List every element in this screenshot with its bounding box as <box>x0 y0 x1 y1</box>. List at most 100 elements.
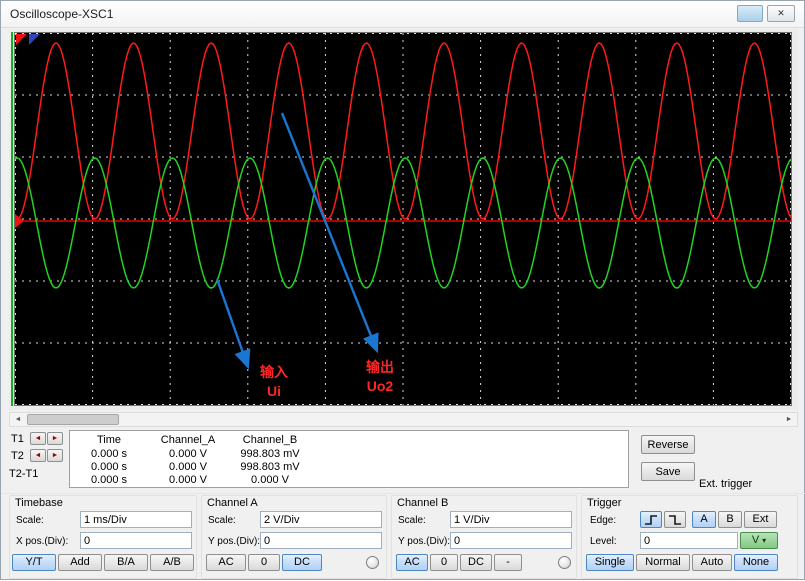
trigger-source-b-button[interactable]: B <box>718 511 742 528</box>
channel-a-ypos-input[interactable] <box>260 532 382 549</box>
channel-a-scale-label: Scale: <box>208 515 236 526</box>
trigger-group: Trigger Edge: A B Ext Level: V▾ Single N… <box>581 495 798 579</box>
ba-mode-button[interactable]: B/A <box>104 554 148 571</box>
scroll-left-button[interactable]: ◄ <box>10 413 26 426</box>
trigger-level-input[interactable] <box>640 532 738 549</box>
scope-frame: 输入 Ui 输出 Uo2 <box>9 29 798 410</box>
t2-channel-a-value: 0.000 V <box>150 461 226 473</box>
annotation-input: 输入 Ui <box>242 363 306 401</box>
timebase-xpos-label: X pos.(Div): <box>16 536 68 547</box>
channel-a-title: Channel A <box>207 497 258 509</box>
diff-channel-b-value: 0.000 V <box>222 474 318 486</box>
yt-mode-button[interactable]: Y/T <box>12 554 56 571</box>
col-header-channel-b: Channel_B <box>222 434 318 446</box>
t1-move-left-button[interactable]: ◄ <box>30 432 46 445</box>
channel-a-scale-input[interactable] <box>260 511 382 528</box>
t2-channel-b-value: 998.803 mV <box>222 461 318 473</box>
annotation-output-line2: Uo2 <box>348 377 412 396</box>
trigger-edge-label: Edge: <box>590 515 616 526</box>
t1-cursor-marker[interactable] <box>16 34 27 45</box>
annotation-arrow <box>217 279 248 367</box>
left-arrow-icon: ◄ <box>35 452 42 459</box>
scope-display: 输入 Ui 输出 Uo2 <box>14 32 792 406</box>
annotation-output: 输出 Uo2 <box>348 358 412 396</box>
rising-edge-button[interactable] <box>640 511 662 528</box>
channel-b-dc-button[interactable]: DC <box>460 554 492 571</box>
t2-move-right-button[interactable]: ► <box>47 449 63 462</box>
trigger-auto-button[interactable]: Auto <box>692 554 732 571</box>
trigger-none-button[interactable]: None <box>734 554 778 571</box>
annotation-input-line1: 输入 <box>242 363 306 382</box>
trigger-level-unit-select[interactable]: V▾ <box>740 532 778 549</box>
right-arrow-icon: ► <box>52 452 59 459</box>
horizontal-scrollbar[interactable]: ◄ ► <box>9 412 798 427</box>
channel-b-minus-button[interactable]: - <box>494 554 522 571</box>
add-mode-button[interactable]: Add <box>58 554 102 571</box>
ab-mode-button[interactable]: A/B <box>150 554 194 571</box>
t2-move-left-button[interactable]: ◄ <box>30 449 46 462</box>
right-arrow-icon: ► <box>52 435 59 442</box>
channel-b-group: Channel B Scale: Y pos.(Div): AC 0 DC - <box>391 495 577 579</box>
t1-channel-b-value: 998.803 mV <box>222 448 318 460</box>
timebase-group: Timebase Scale: X pos.(Div): Y/T Add B/A… <box>9 495 197 579</box>
diff-time-value: 0.000 s <box>74 474 144 486</box>
channel-a-group: Channel A Scale: Y pos.(Div): AC 0 DC <box>201 495 387 579</box>
scroll-right-button[interactable]: ► <box>781 413 797 426</box>
measurement-panel: T1 ◄ ► T2 ◄ ► T2-T1 Time Channel_A Chann… <box>1 428 805 493</box>
scroll-right-icon: ► <box>786 416 793 423</box>
close-icon: ✕ <box>777 8 785 18</box>
scope-canvas <box>15 33 791 405</box>
trigger-title: Trigger <box>587 497 621 509</box>
titlebar-aux-button[interactable] <box>737 5 763 22</box>
t1-channel-a-value: 0.000 V <box>150 448 226 460</box>
falling-edge-button[interactable] <box>664 511 686 528</box>
channel-b-scale-input[interactable] <box>450 511 572 528</box>
rising-edge-icon <box>643 514 659 526</box>
annotation-output-line1: 输出 <box>348 358 412 377</box>
timebase-scale-input[interactable] <box>80 511 192 528</box>
t1-time-value: 0.000 s <box>74 448 144 460</box>
readings-box: Time Channel_A Channel_B 0.000 s 0.000 V… <box>69 430 629 488</box>
trigger-source-a-button[interactable]: A <box>692 511 716 528</box>
t1-move-right-button[interactable]: ► <box>47 432 63 445</box>
close-button[interactable]: ✕ <box>767 5 795 22</box>
cursor-t1-label: T1 <box>11 433 24 445</box>
trigger-level-label: Level: <box>590 536 617 547</box>
timebase-scale-label: Scale: <box>16 515 44 526</box>
trigger-source-ext-button[interactable]: Ext <box>744 511 777 528</box>
cursor-t2-label: T2 <box>11 450 24 462</box>
cursor-diff-label: T2-T1 <box>9 468 38 480</box>
col-header-channel-a: Channel_A <box>150 434 226 446</box>
oscilloscope-window: Oscilloscope-XSC1 ✕ 输入 Ui 输出 Uo2 ◄ ► <box>0 0 805 580</box>
channel-b-zero-button[interactable]: 0 <box>430 554 458 571</box>
col-header-time: Time <box>74 434 144 446</box>
channel-b-ac-button[interactable]: AC <box>396 554 428 571</box>
left-arrow-icon: ◄ <box>35 435 42 442</box>
channel-b-ypos-input[interactable] <box>450 532 572 549</box>
t2-cursor-marker[interactable] <box>29 34 40 45</box>
trigger-normal-button[interactable]: Normal <box>636 554 690 571</box>
title-bar[interactable]: Oscilloscope-XSC1 ✕ <box>1 1 804 28</box>
controls-panel: Timebase Scale: X pos.(Div): Y/T Add B/A… <box>1 493 805 581</box>
annotation-arrow <box>282 113 377 351</box>
falling-edge-icon <box>667 514 683 526</box>
channel-a-ac-button[interactable]: AC <box>206 554 246 571</box>
ext-trigger-label: Ext. trigger <box>699 478 752 490</box>
diff-channel-a-value: 0.000 V <box>150 474 226 486</box>
channel-b-ypos-label: Y pos.(Div): <box>398 536 450 547</box>
channel-b-probe-icon <box>558 556 571 569</box>
channel-b-scale-label: Scale: <box>398 515 426 526</box>
timebase-xpos-input[interactable] <box>80 532 192 549</box>
channel-a-zero-button[interactable]: 0 <box>248 554 280 571</box>
scope-left-accent <box>11 32 13 406</box>
scroll-left-icon: ◄ <box>15 416 22 423</box>
trigger-single-button[interactable]: Single <box>586 554 634 571</box>
channel-a-probe-icon <box>366 556 379 569</box>
channel-a-dc-button[interactable]: DC <box>282 554 322 571</box>
scrollbar-thumb[interactable] <box>27 414 119 425</box>
save-button[interactable]: Save <box>641 462 695 481</box>
reverse-button[interactable]: Reverse <box>641 435 695 454</box>
chevron-down-icon: ▾ <box>762 536 766 545</box>
t2-time-value: 0.000 s <box>74 461 144 473</box>
unit-value: V <box>752 534 759 546</box>
